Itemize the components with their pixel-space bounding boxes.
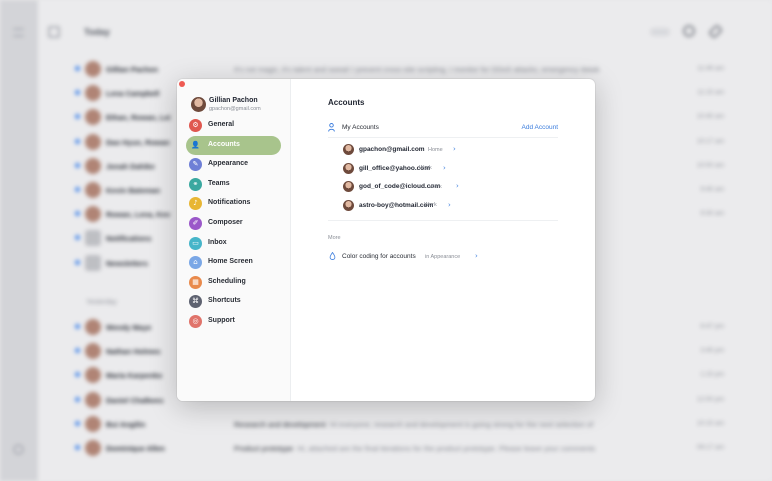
nav-label: Notifications	[208, 199, 251, 207]
user-email: gpachon@gmail.com	[209, 106, 261, 112]
divider	[328, 220, 558, 221]
nav-item-shortcuts[interactable]: ⌘ Shortcuts	[186, 292, 281, 311]
settings-dialog: Gillian Pachon gpachon@gmail.com ⚙ Genera…	[177, 79, 595, 401]
nav-label: Home Screen	[208, 258, 253, 266]
nav-item-inbox[interactable]: ▭ Inbox	[186, 234, 281, 253]
command-icon: ⌘	[189, 295, 202, 309]
nav-label: Composer	[208, 219, 243, 226]
account-tag: Home	[428, 146, 443, 153]
account-tag: Work	[424, 202, 437, 209]
person-icon: 👤	[191, 140, 200, 149]
nav-item-home-screen[interactable]: ⌂ Home Screen	[186, 253, 281, 272]
nav-label: Support	[208, 317, 235, 324]
nav-label: Teams	[208, 179, 230, 187]
nav-label: Inbox	[208, 238, 227, 246]
user-profile: Gillian Pachon gpachon@gmail.com	[191, 97, 291, 117]
nav-item-accounts[interactable]: 👤 Accounts	[186, 135, 281, 155]
chevron-right-icon: ›	[456, 182, 459, 191]
nav-item-scheduling[interactable]: ▦ Scheduling	[186, 273, 281, 292]
my-accounts-header: My Accounts Add Account	[328, 122, 558, 134]
droplet-icon	[329, 252, 336, 260]
nav-item-support[interactable]: ◎ Support	[186, 312, 281, 331]
chevron-right-icon: ›	[448, 200, 451, 209]
nav-item-general[interactable]: ⚙ General	[186, 116, 281, 135]
avatar	[343, 162, 354, 174]
nav-item-notifications[interactable]: ♪ Notifications	[186, 194, 281, 213]
nav-item-composer[interactable]: ✐ Composer	[186, 214, 281, 233]
user-name: Gillian Pachon	[209, 97, 258, 104]
nav-label: Shortcuts	[208, 297, 241, 305]
calendar-icon: ▦	[189, 275, 202, 289]
chevron-right-icon: ›	[443, 163, 446, 172]
nav-label: General	[208, 121, 235, 128]
account-tag: Work	[429, 183, 442, 190]
avatar	[343, 181, 354, 193]
settings-sidebar: Gillian Pachon gpachon@gmail.com ⚙ Genera…	[177, 79, 291, 401]
nav-item-teams[interactable]: ⚭ Teams	[186, 175, 281, 194]
add-account-button[interactable]: Add Account	[522, 124, 559, 131]
account-email: god_of_code@icloud.com	[359, 183, 441, 191]
color-coding-location: in Appearance	[425, 253, 461, 260]
accounts-panel: Accounts My Accounts Add Account gpachon…	[291, 79, 595, 401]
nav-item-appearance[interactable]: ✎ Appearance	[186, 155, 281, 174]
account-email: gpachon@gmail.com	[359, 146, 425, 153]
avatar	[191, 97, 206, 112]
page-title: Accounts	[328, 98, 365, 107]
nav-label: Scheduling	[208, 277, 246, 285]
nav-label: Appearance	[208, 160, 249, 168]
close-window-button[interactable]	[179, 81, 185, 87]
avatar	[343, 144, 354, 155]
my-accounts-label: My Accounts	[342, 124, 379, 131]
gear-icon: ⚙	[189, 119, 202, 132]
color-coding-label: Color coding for accounts	[342, 253, 416, 260]
inbox-icon: ▭	[189, 236, 202, 250]
account-row[interactable]: gpachon@gmail.com Home ›	[343, 143, 543, 157]
account-row[interactable]: gill_office@yahoo.com Work ›	[343, 162, 543, 176]
team-icon: ⚭	[189, 177, 202, 191]
lifebuoy-icon: ◎	[189, 315, 202, 328]
account-row[interactable]: astro-boy@hotmail.com Work ›	[343, 199, 543, 213]
divider	[328, 137, 558, 138]
avatar	[343, 199, 354, 211]
account-tag: Work	[419, 165, 432, 172]
bell-icon: ♪	[189, 197, 202, 211]
nav-label: Accounts	[208, 140, 240, 148]
color-coding-row[interactable]: Color coding for accounts in Appearance …	[328, 251, 528, 263]
chevron-right-icon: ›	[453, 145, 456, 153]
account-email: astro-boy@hotmail.com	[359, 201, 434, 209]
more-section-label: More	[328, 235, 341, 241]
chevron-right-icon: ›	[475, 252, 478, 260]
home-icon: ⌂	[189, 256, 202, 270]
account-row[interactable]: god_of_code@icloud.com Work ›	[343, 180, 543, 194]
brush-icon: ✎	[189, 158, 202, 172]
pencil-icon: ✐	[189, 217, 202, 230]
person-icon	[328, 123, 335, 132]
